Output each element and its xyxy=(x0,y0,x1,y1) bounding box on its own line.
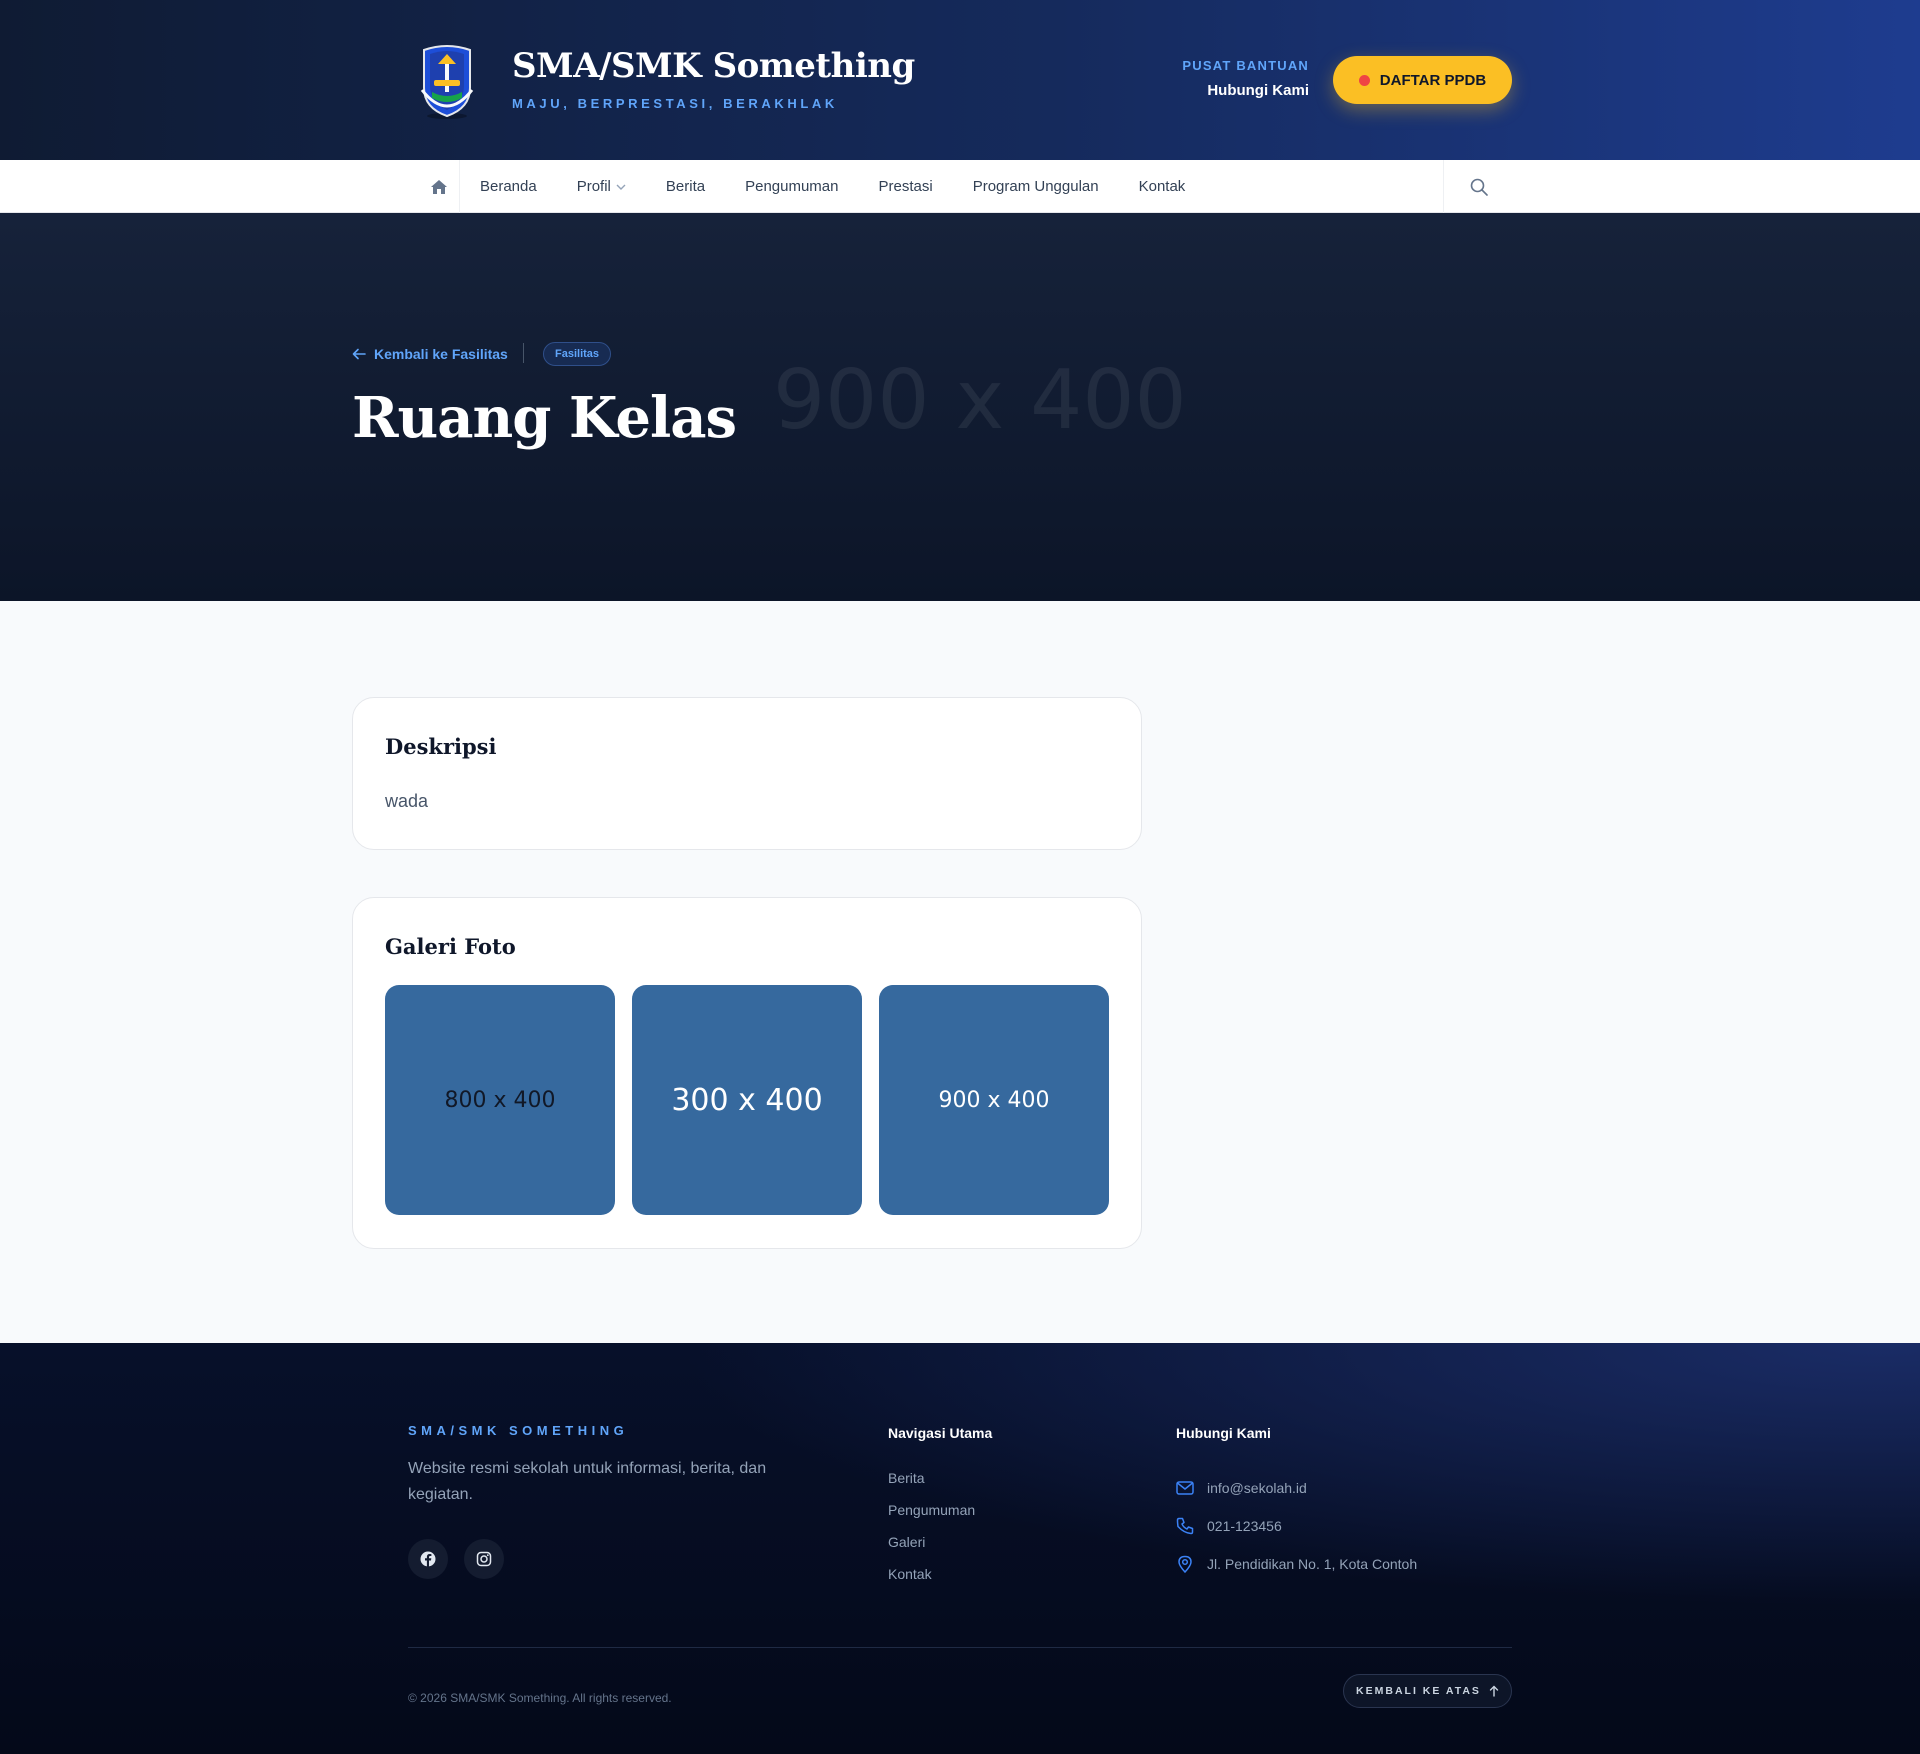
contact-email[interactable]: info@sekolah.id xyxy=(1176,1469,1417,1507)
chevron-down-icon xyxy=(616,184,626,190)
nav-item-pengumuman[interactable]: Pengumuman xyxy=(725,178,858,195)
contact-address: Jl. Pendidikan No. 1, Kota Contoh xyxy=(1176,1545,1417,1583)
footer-description: Website resmi sekolah untuk informasi, b… xyxy=(408,1460,767,1503)
arrow-left-icon xyxy=(352,348,366,360)
footer-brand: SMA/SMK SOMETHING xyxy=(408,1423,629,1438)
facebook-button[interactable] xyxy=(408,1539,448,1579)
top-header: SMA/SMK Something MAJU, BERPRESTASI, BER… xyxy=(0,0,1920,160)
footer-nav-list: Berita Pengumuman Galeri Kontak xyxy=(888,1469,975,1597)
hero-image-placeholder: 900 x 400 xyxy=(773,353,1187,448)
search-button[interactable] xyxy=(1443,160,1513,213)
gallery-title: Galeri Foto xyxy=(385,934,516,959)
mail-icon xyxy=(1176,1479,1194,1497)
footer-nav-title: Navigasi Utama xyxy=(888,1425,993,1441)
school-logo[interactable] xyxy=(418,40,476,120)
site-tagline: MAJU, BERPRESTASI, BERAKHLAK xyxy=(512,96,838,111)
nav-item-beranda[interactable]: Beranda xyxy=(460,178,557,195)
phone-icon xyxy=(1176,1517,1194,1535)
live-dot-icon xyxy=(1358,74,1370,86)
gallery-card: Galeri Foto 800 x 400 300 x 400 900 x 40… xyxy=(352,897,1142,1249)
footer-link-galeri[interactable]: Galeri xyxy=(888,1533,975,1565)
breadcrumb-divider xyxy=(523,343,524,363)
back-to-top-label: KEMBALI KE ATAS xyxy=(1356,1685,1481,1697)
description-card: Deskripsi wada xyxy=(352,697,1142,850)
back-link-label: Kembali ke Fasilitas xyxy=(374,346,508,362)
register-ppdb-button[interactable]: DAFTAR PPDB xyxy=(1333,56,1512,104)
footer-link-pengumuman[interactable]: Pengumuman xyxy=(888,1501,975,1533)
footer-link-berita[interactable]: Berita xyxy=(888,1469,975,1501)
location-pin-icon xyxy=(1176,1555,1194,1573)
site-title[interactable]: SMA/SMK Something xyxy=(512,46,915,86)
category-badge: Fasilitas xyxy=(543,342,612,366)
nav-home[interactable] xyxy=(418,160,460,213)
help-center-label: PUSAT BANTUAN xyxy=(1182,58,1309,73)
gallery-photo[interactable]: 800 x 400 xyxy=(385,985,615,1215)
description-title: Deskripsi xyxy=(385,734,497,759)
page-hero: 900 x 400 Kembali ke Fasilitas Fasilitas… xyxy=(0,213,1920,601)
back-to-top-button[interactable]: KEMBALI KE ATAS xyxy=(1343,1674,1512,1708)
site-footer: SMA/SMK SOMETHING Website resmi sekolah … xyxy=(0,1343,1920,1754)
footer-link-kontak[interactable]: Kontak xyxy=(888,1565,975,1597)
page-title: Ruang Kelas xyxy=(352,385,737,451)
back-to-facilities-link[interactable]: Kembali ke Fasilitas xyxy=(352,346,508,362)
help-contact-link[interactable]: Hubungi Kami xyxy=(1207,82,1309,99)
nav-item-berita[interactable]: Berita xyxy=(646,178,725,195)
home-icon xyxy=(430,179,447,194)
nav-item-program-unggulan[interactable]: Program Unggulan xyxy=(953,178,1119,195)
nav-item-profil[interactable]: Profil xyxy=(557,178,646,195)
gallery-photo[interactable]: 300 x 400 xyxy=(632,985,862,1215)
footer-contact-list: info@sekolah.id 021-123456 Jl. Pendidika… xyxy=(1176,1469,1417,1583)
arrow-up-icon xyxy=(1489,1685,1499,1697)
instagram-button[interactable] xyxy=(464,1539,504,1579)
instagram-icon xyxy=(476,1551,492,1567)
search-icon xyxy=(1470,178,1488,196)
footer-divider xyxy=(408,1647,1512,1648)
nav-item-kontak[interactable]: Kontak xyxy=(1119,178,1206,195)
footer-contact-title: Hubungi Kami xyxy=(1176,1425,1271,1441)
main-nav: Beranda Profil Berita Pengumuman Prestas… xyxy=(0,160,1920,213)
contact-phone[interactable]: 021-123456 xyxy=(1176,1507,1417,1545)
nav-item-prestasi[interactable]: Prestasi xyxy=(859,178,953,195)
facebook-icon xyxy=(420,1551,436,1567)
gallery-grid: 800 x 400 300 x 400 900 x 400 xyxy=(385,985,1109,1215)
copyright-text: © 2026 SMA/SMK Something. All rights res… xyxy=(408,1691,672,1705)
gallery-photo[interactable]: 900 x 400 xyxy=(879,985,1109,1215)
description-text: wada xyxy=(385,791,429,811)
register-ppdb-label: DAFTAR PPDB xyxy=(1379,71,1487,89)
